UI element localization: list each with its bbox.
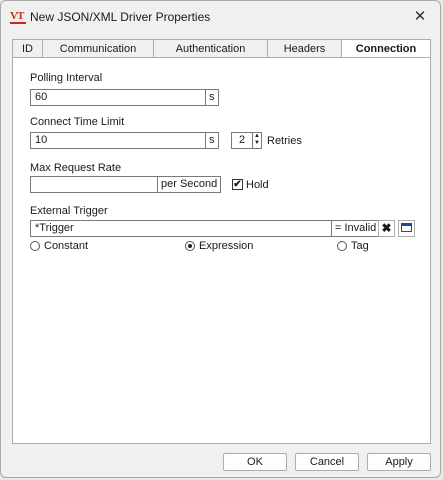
max-request-rate-label: Max Request Rate [30, 162, 122, 174]
hold-checkbox[interactable]: ✔ [232, 179, 243, 190]
retries-stepper[interactable]: 2 [231, 132, 253, 149]
constant-radio-label: Constant [44, 240, 89, 252]
connection-panel: Polling Interval 60 s Connect Time Limit… [12, 57, 431, 444]
tab-headers[interactable]: Headers [267, 39, 342, 57]
apply-button[interactable]: Apply [367, 453, 431, 471]
constant-radio[interactable] [30, 241, 40, 251]
polling-interval-input[interactable]: 60 [30, 89, 206, 106]
polling-interval-label: Polling Interval [30, 72, 103, 84]
vt-logo-icon: VT [10, 10, 26, 24]
external-trigger-label: External Trigger [30, 205, 108, 217]
title-bar: VT New JSON/XML Driver Properties ✕ [1, 1, 440, 35]
connect-time-limit-unit: s [206, 132, 219, 149]
tab-id[interactable]: ID [12, 39, 43, 57]
tab-communication[interactable]: Communication [42, 39, 154, 57]
tab-authentication[interactable]: Authentication [153, 39, 268, 57]
external-trigger-status: = Invalid [332, 220, 381, 237]
dialog-window: VT New JSON/XML Driver Properties ✕ ID C… [0, 0, 441, 478]
max-request-rate-unit: per Second [158, 176, 222, 193]
spin-down-icon[interactable]: ▼ [253, 140, 261, 147]
spin-up-icon[interactable]: ▲ [253, 133, 261, 140]
window-title: New JSON/XML Driver Properties [30, 10, 211, 24]
expression-radio[interactable] [185, 241, 195, 251]
connect-time-limit-label: Connect Time Limit [30, 116, 125, 128]
close-button[interactable]: ✕ [410, 7, 430, 27]
cancel-button[interactable]: Cancel [295, 453, 359, 471]
polling-interval-unit: s [206, 89, 219, 106]
selected-dot-icon [188, 244, 192, 248]
external-trigger-input[interactable]: *Trigger [30, 220, 332, 237]
clear-trigger-icon[interactable]: ✖ [378, 220, 395, 237]
window-picker-icon[interactable] [398, 220, 415, 237]
ok-button[interactable]: OK [223, 453, 287, 471]
retries-label: Retries [267, 135, 302, 147]
hold-label: Hold [246, 179, 269, 191]
max-request-rate-input[interactable] [30, 176, 158, 193]
tag-radio[interactable] [337, 241, 347, 251]
connect-time-limit-input[interactable]: 10 [30, 132, 206, 149]
tag-radio-label: Tag [351, 240, 369, 252]
retries-spin-buttons[interactable]: ▲ ▼ [253, 132, 262, 149]
tab-connection[interactable]: Connection [341, 39, 431, 58]
expression-radio-label: Expression [199, 240, 254, 252]
